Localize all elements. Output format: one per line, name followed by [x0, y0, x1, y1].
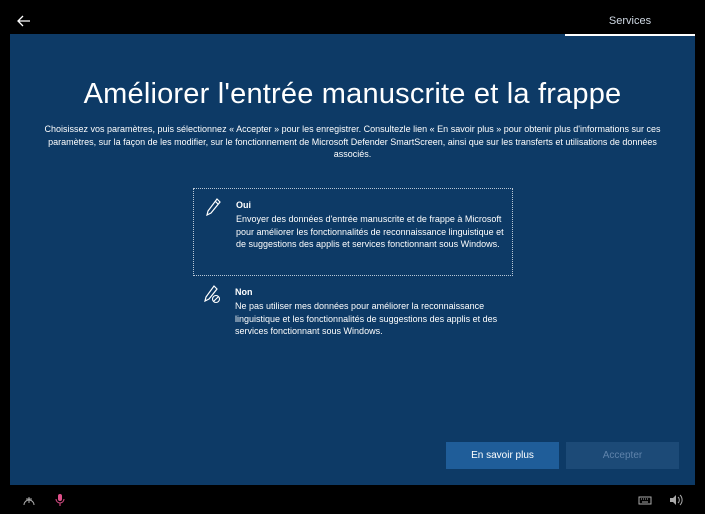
- tab-services-label: Services: [608, 15, 652, 27]
- accessibility-icon[interactable]: [22, 494, 36, 506]
- oobe-panel: Services Améliorer l'entrée manuscrite e…: [10, 8, 695, 485]
- tab-underline: [565, 34, 695, 36]
- taskbar: [0, 485, 705, 514]
- keyboard-icon[interactable]: [638, 494, 652, 506]
- pen-icon: [206, 198, 221, 217]
- microphone-icon[interactable]: [53, 494, 67, 506]
- option-yes-title: Oui: [236, 200, 251, 210]
- page-description: Choisissez vos paramètres, puis sélectio…: [44, 124, 661, 159]
- option-no[interactable]: Non Ne pas utiliser mes données pour amé…: [193, 276, 513, 364]
- oobe-window: Services Améliorer l'entrée manuscrite e…: [0, 0, 705, 514]
- tab-services[interactable]: Services: [565, 8, 695, 36]
- option-yes-text: Envoyer des données d'entrée manuscrite …: [236, 214, 504, 249]
- pen-disabled-icon: [204, 285, 221, 304]
- accept-button[interactable]: Accepter: [566, 442, 679, 469]
- option-no-text: Ne pas utiliser mes données pour amélior…: [235, 301, 498, 336]
- back-button[interactable]: [12, 11, 36, 31]
- option-no-title: Non: [235, 287, 253, 297]
- volume-icon[interactable]: [669, 494, 683, 506]
- page-title: Améliorer l'entrée manuscrite et la frap…: [83, 78, 622, 110]
- learn-more-button[interactable]: En savoir plus: [446, 442, 559, 469]
- option-yes[interactable]: Oui Envoyer des données d'entrée manuscr…: [193, 188, 513, 276]
- back-arrow-icon: [17, 15, 30, 27]
- top-bar: Services: [10, 8, 695, 36]
